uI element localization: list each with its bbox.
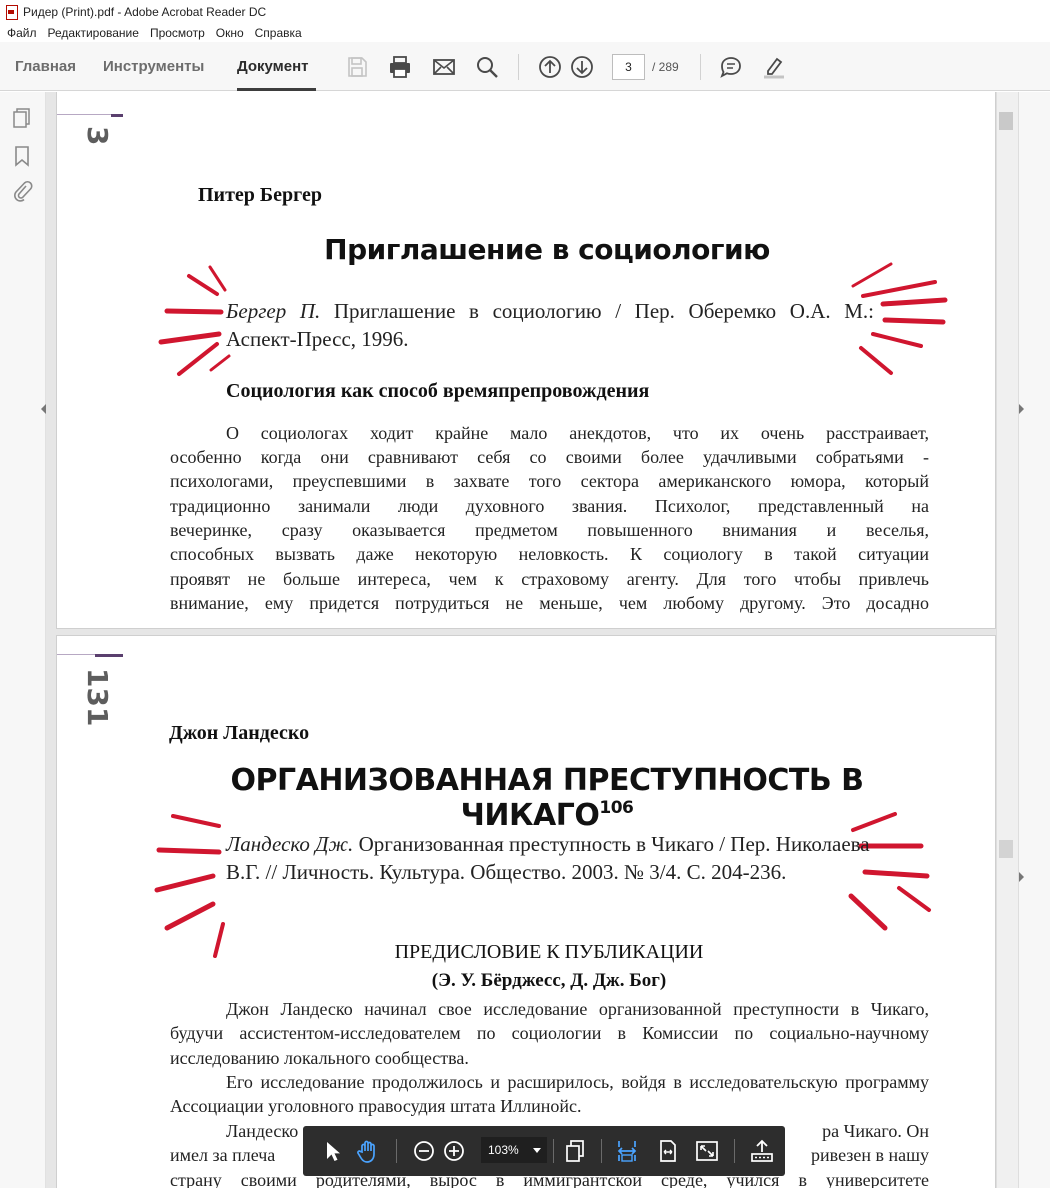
next-page-icon[interactable]	[570, 55, 594, 79]
page-number: 3	[81, 126, 114, 146]
tab-document[interactable]: Документ	[237, 58, 309, 75]
floating-page-toolbar: 103%	[303, 1126, 785, 1176]
menu-help[interactable]: Справка	[255, 26, 302, 40]
title-bar: Ридер (Print).pdf - Adobe Acrobat Reader…	[0, 0, 1050, 24]
article-title: Приглашение в социологию	[324, 233, 770, 266]
decorative-red-brush-strokes	[158, 265, 231, 376]
paragraph-line: вечеринке, сразу оказывается предметом п…	[170, 520, 929, 540]
citation-author: Ландеско Дж.	[226, 832, 354, 856]
toolbar-separator	[396, 1139, 397, 1163]
document-view[interactable]: 3 Питер Бергер Приглашение в социологию	[46, 92, 996, 1188]
scroll-up-arrow[interactable]	[998, 92, 1003, 102]
scrollbar-thumb[interactable]	[999, 112, 1013, 130]
paragraph-line: особенно когда они сравнивают себя со св…	[170, 447, 929, 467]
pdf-page: 131 Джон Ландеско ОРГАНИЗОВАННАЯ ПРЕСТУП…	[56, 635, 996, 1188]
email-icon[interactable]	[432, 55, 456, 79]
page-number-rule	[111, 114, 123, 117]
citation-author: Бергер П.	[226, 299, 321, 323]
previous-page-icon[interactable]	[538, 55, 562, 79]
share-upload-icon[interactable]	[749, 1138, 775, 1164]
author-name: Джон Ландеско	[169, 722, 310, 744]
active-tab-indicator	[237, 88, 316, 91]
footnote-marker: 106	[599, 798, 634, 818]
tab-tools[interactable]: Инструменты	[103, 58, 204, 75]
print-icon[interactable]	[388, 55, 412, 79]
hand-tool-icon[interactable]	[355, 1138, 381, 1164]
bibliographic-citation: Бергер П. Приглашение в социологию / Пер…	[226, 297, 874, 353]
page-display-icon[interactable]	[562, 1138, 588, 1164]
comment-icon[interactable]	[719, 55, 743, 79]
bibliographic-citation: Ландеско Дж. Организованная преступность…	[226, 830, 886, 886]
article-title: ОРГАНИЗОВАННАЯ ПРЕСТУПНОСТЬ В ЧИКАГО106	[147, 763, 947, 833]
vertical-scrollbar[interactable]	[996, 92, 1018, 1188]
citation-text: Приглашение в социологию / Пер. Оберемко…	[226, 299, 875, 351]
paragraph-line: ра Чикаго. Он	[822, 1121, 929, 1141]
expand-right-pane-icon[interactable]	[1019, 872, 1024, 882]
paragraph-line: ривезен в нашу	[811, 1145, 929, 1165]
paragraph-line: имел за плеча	[170, 1145, 276, 1165]
toolbar-separator	[734, 1139, 735, 1163]
window-title: Ридер (Print).pdf - Adobe Acrobat Reader…	[23, 5, 267, 19]
pdf-file-icon	[4, 5, 18, 20]
search-icon[interactable]	[475, 55, 499, 79]
tab-home[interactable]: Главная	[15, 58, 76, 75]
zoom-in-icon[interactable]	[441, 1138, 467, 1164]
preface-authors: (Э. У. Бёрджесс, Д. Дж. Бог)	[431, 970, 667, 991]
page-number-rule	[95, 654, 123, 657]
preface-heading: ПРЕДИСЛОВИЕ К ПУБЛИКАЦИИ	[394, 941, 704, 963]
zoom-level-dropdown[interactable]: 103%	[481, 1137, 547, 1163]
section-heading: Социология как способ времяпрепровождени…	[226, 380, 650, 402]
zoom-out-icon[interactable]	[411, 1138, 437, 1164]
full-screen-icon[interactable]	[694, 1138, 720, 1164]
toolbar-separator	[700, 54, 701, 80]
toolbar-separator	[518, 54, 519, 80]
menu-window[interactable]: Окно	[216, 26, 244, 40]
attachment-icon[interactable]	[11, 180, 33, 202]
page-total: / 289	[652, 60, 679, 74]
left-nav-pane	[0, 92, 46, 1188]
main-toolbar: Главная Инструменты Документ 3 / 289	[0, 42, 1050, 91]
author-name: Питер Бергер	[198, 184, 322, 206]
toolbar-separator	[601, 1139, 602, 1163]
menu-edit[interactable]: Редактирование	[48, 26, 139, 40]
page-thumbnails-icon[interactable]	[11, 107, 33, 129]
zoom-level-value: 103%	[488, 1143, 519, 1157]
scrollbar-thumb[interactable]	[999, 840, 1013, 858]
save-icon[interactable]	[345, 55, 369, 79]
paragraph-line: Ландеско	[226, 1121, 299, 1141]
paragraph-line: способных вызвать даже некоторую неловко…	[170, 544, 929, 564]
chevron-down-icon	[533, 1148, 541, 1153]
toolbar-separator	[553, 1139, 554, 1163]
article-title-text: ОРГАНИЗОВАННАЯ ПРЕСТУПНОСТЬ В ЧИКАГО	[230, 763, 865, 833]
paragraph: Его исследование продолжилось и расширил…	[170, 1072, 929, 1117]
page-number: 131	[81, 668, 114, 727]
bookmark-icon[interactable]	[11, 145, 33, 167]
paragraph-line: внимание, ему придется потрудиться не ме…	[170, 593, 929, 613]
pdf-page: 3 Питер Бергер Приглашение в социологию	[56, 92, 996, 629]
paragraph-line: традиционно занимали люди духовного зван…	[170, 496, 929, 516]
expand-right-pane-icon[interactable]	[1019, 404, 1024, 414]
highlight-pen-icon[interactable]	[762, 55, 786, 79]
paragraph-line: проявят не больше интереса, чем к страхо…	[170, 569, 929, 589]
select-cursor-icon[interactable]	[319, 1138, 345, 1164]
paragraph: Джон Ландеско начинал свое исследование …	[170, 999, 929, 1068]
page-number-input[interactable]: 3	[612, 54, 645, 80]
fit-page-icon[interactable]	[614, 1138, 640, 1164]
paragraph-line: психологами, преуспевшими в захвате того…	[170, 471, 929, 491]
menu-file[interactable]: Файл	[7, 26, 37, 40]
menu-view[interactable]: Просмотр	[150, 26, 205, 40]
paragraph-line: О социологах ходит крайне мало анекдотов…	[226, 423, 929, 443]
page-number-rule	[57, 114, 117, 115]
fit-width-icon[interactable]	[655, 1138, 681, 1164]
menu-bar: Файл Редактирование Просмотр Окно Справк…	[0, 24, 1050, 42]
right-tools-pane	[1018, 92, 1050, 1188]
